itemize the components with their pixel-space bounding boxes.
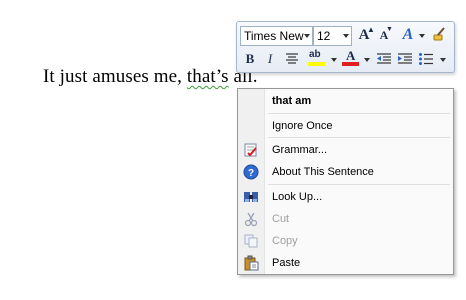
font-color-button[interactable]: A (341, 48, 361, 67)
font-size-value: 12 (317, 29, 331, 43)
format-painter-button[interactable] (430, 26, 448, 44)
increase-indent-icon (398, 53, 412, 64)
chevron-down-icon[interactable] (364, 58, 370, 62)
shrink-font-button[interactable]: A ▼ (375, 26, 393, 44)
font-size-combobox[interactable]: 12 (313, 26, 352, 46)
highlight-color-swatch (308, 62, 325, 66)
bullets-button[interactable] (417, 50, 435, 68)
menu-item-label: Cut (272, 213, 290, 225)
sentence-text-start: It just amuses me, (43, 66, 187, 87)
menu-item-label: Look Up... (272, 191, 323, 203)
styles-icon: A (402, 26, 414, 43)
grammar-flagged-text[interactable]: that’s (187, 66, 229, 87)
bold-button[interactable]: B (241, 50, 259, 68)
menu-item-grammar[interactable]: Grammar... (238, 139, 453, 161)
menu-item-suggestion[interactable]: that am (238, 90, 453, 112)
format-painter-icon (433, 27, 445, 41)
clipboard-paste-icon (244, 255, 259, 271)
menu-item-label: Ignore Once (272, 120, 333, 132)
font-color-swatch (342, 62, 359, 66)
menu-separator (268, 184, 450, 185)
help-icon: ? (243, 164, 259, 180)
menu-item-ignore-once[interactable]: Ignore Once (238, 115, 453, 137)
document-sentence[interactable]: It just amuses me, that’s all. (43, 66, 258, 88)
menu-item-look-up[interactable]: Look Up... (238, 186, 453, 208)
grammar-check-icon (244, 143, 257, 157)
menu-item-copy[interactable]: Copy (238, 230, 453, 252)
menu-item-label: About This Sentence (272, 166, 374, 178)
text-highlight-button[interactable]: ab (307, 49, 327, 67)
menu-separator (268, 137, 450, 138)
chevron-down-icon (343, 34, 349, 38)
menu-item-cut[interactable]: Cut (238, 208, 453, 230)
font-name-combobox[interactable]: Times New (240, 26, 313, 46)
chevron-down-icon (304, 34, 310, 38)
increase-indent-button[interactable] (396, 50, 414, 68)
scissors-icon (244, 212, 258, 227)
menu-item-label: Grammar... (272, 144, 328, 156)
styles-button[interactable]: A (399, 26, 417, 44)
menu-item-about-sentence[interactable]: ? About This Sentence (238, 161, 453, 183)
svg-text:?: ? (248, 168, 254, 179)
chevron-down-icon[interactable] (331, 58, 337, 62)
bullets-icon (419, 53, 433, 65)
menu-item-label: that am (272, 95, 312, 107)
align-center-icon (286, 53, 298, 64)
menu-item-label: Paste (272, 257, 301, 269)
italic-button[interactable]: I (261, 50, 279, 68)
grow-font-button[interactable]: A ▲ (355, 25, 375, 44)
copy-icon (244, 234, 258, 248)
menu-item-paste[interactable]: Paste (238, 252, 453, 274)
chevron-down-icon[interactable] (419, 34, 425, 38)
chevron-down-icon[interactable] (440, 58, 446, 62)
research-binoculars-icon (244, 192, 258, 202)
decrease-indent-button[interactable] (375, 50, 393, 68)
menu-separator (268, 113, 450, 114)
mini-formatting-toolbar: Times New 12 A ▲ A ▼ A B I ab A (236, 21, 455, 73)
font-name-value: Times New (244, 29, 304, 43)
spelling-context-menu: that am Ignore Once Grammar... ? About T… (237, 88, 454, 275)
menu-item-label: Copy (272, 235, 298, 247)
center-align-button[interactable] (283, 50, 301, 68)
decrease-indent-icon (377, 53, 391, 64)
